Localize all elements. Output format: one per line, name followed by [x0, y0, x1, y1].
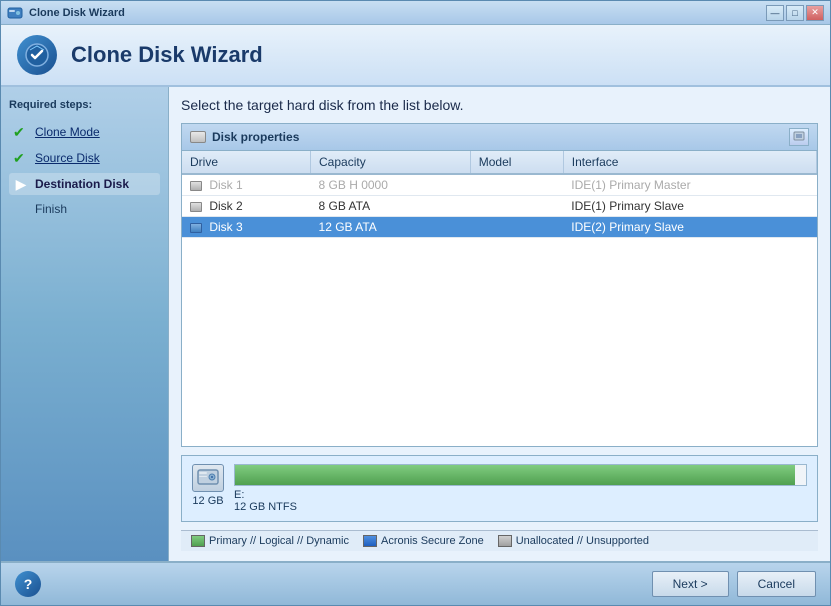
cell-model-3: [470, 217, 563, 238]
disk-panel-button[interactable]: [789, 128, 809, 146]
legend-label-unallocated: Unallocated // Unsupported: [516, 535, 649, 547]
legend: Primary // Logical // Dynamic Acronis Se…: [181, 530, 818, 551]
main-layout: Required steps: ✔ Clone Mode ✔ Source Di…: [1, 87, 830, 561]
sidebar-label-destination-disk: Destination Disk: [35, 177, 129, 191]
title-bar: Clone Disk Wizard — □ ✕: [1, 1, 830, 25]
header-icon: [17, 35, 57, 75]
col-drive: Drive: [182, 151, 311, 174]
sidebar-label-finish: Finish: [35, 202, 67, 216]
disk-panel: Disk properties: [181, 123, 818, 447]
bottom-disk-icon: [192, 464, 224, 492]
disk-row-icon-3: [190, 223, 202, 233]
cell-capacity-1: 8 GB H 0000: [311, 174, 471, 196]
disk-panel-title: Disk properties: [212, 130, 299, 144]
sidebar: Required steps: ✔ Clone Mode ✔ Source Di…: [1, 87, 169, 561]
disk-panel-icon: [190, 131, 206, 143]
legend-item-primary: Primary // Logical // Dynamic: [191, 535, 349, 547]
legend-swatch-unallocated: [498, 535, 512, 547]
title-icon: [7, 5, 23, 21]
sidebar-label-source-disk: Source Disk: [35, 151, 100, 165]
cell-model-1: [470, 174, 563, 196]
panel-btn-icon: [793, 131, 805, 143]
partition-bar: [235, 465, 795, 485]
bottom-disk-info: 12 GB E: 12 GB NTFS: [181, 455, 818, 522]
sidebar-item-clone-mode[interactable]: ✔ Clone Mode: [9, 121, 160, 143]
col-model: Model: [470, 151, 563, 174]
instruction-text: Select the target hard disk from the lis…: [181, 97, 818, 113]
disk-table-scroll[interactable]: Drive Capacity Model Interface Disk 1: [182, 151, 817, 446]
cell-interface-1: IDE(1) Primary Master: [563, 174, 816, 196]
sidebar-item-finish[interactable]: Finish: [9, 199, 160, 219]
header: Clone Disk Wizard: [1, 25, 830, 87]
col-capacity: Capacity: [311, 151, 471, 174]
page-title: Clone Disk Wizard: [71, 42, 263, 68]
content-area: Select the target hard disk from the lis…: [169, 87, 830, 561]
legend-item-acronis: Acronis Secure Zone: [363, 535, 484, 547]
cell-capacity-3: 12 GB ATA: [311, 217, 471, 238]
disk-row-icon-1: [190, 181, 202, 191]
cell-drive-2: Disk 2: [182, 196, 311, 217]
sidebar-label-clone-mode: Clone Mode: [35, 125, 100, 139]
bottom-chart-area: E: 12 GB NTFS: [234, 464, 807, 513]
footer: ? Next > Cancel: [1, 561, 830, 605]
cell-capacity-2: 8 GB ATA: [311, 196, 471, 217]
title-bar-text: Clone Disk Wizard: [29, 7, 125, 19]
legend-label-primary: Primary // Logical // Dynamic: [209, 535, 349, 547]
partition-label: E: 12 GB NTFS: [234, 489, 807, 513]
close-button[interactable]: ✕: [806, 5, 824, 21]
bottom-size-label: 12 GB: [192, 495, 223, 507]
legend-swatch-acronis: [363, 535, 377, 547]
footer-buttons: Next > Cancel: [652, 571, 816, 597]
legend-swatch-primary: [191, 535, 205, 547]
cell-drive-1: Disk 1: [182, 174, 311, 196]
sidebar-item-source-disk[interactable]: ✔ Source Disk: [9, 147, 160, 169]
table-row-selected[interactable]: Disk 3 12 GB ATA IDE(2) Primary Slave: [182, 217, 817, 238]
maximize-button[interactable]: □: [786, 5, 804, 21]
col-interface: Interface: [563, 151, 816, 174]
disk-table: Drive Capacity Model Interface Disk 1: [182, 151, 817, 238]
check-icon-clone-mode: ✔: [13, 124, 29, 140]
table-row[interactable]: Disk 1 8 GB H 0000 IDE(1) Primary Master: [182, 174, 817, 196]
disk-panel-header: Disk properties: [182, 124, 817, 151]
next-button[interactable]: Next >: [652, 571, 729, 597]
check-icon-source-disk: ✔: [13, 150, 29, 166]
sidebar-item-destination-disk[interactable]: ▶ Destination Disk: [9, 173, 160, 195]
help-button[interactable]: ?: [15, 571, 41, 597]
minimize-button[interactable]: —: [766, 5, 784, 21]
cancel-button[interactable]: Cancel: [737, 571, 816, 597]
hdd-icon: [197, 469, 219, 487]
legend-item-unallocated: Unallocated // Unsupported: [498, 535, 649, 547]
cell-interface-3: IDE(2) Primary Slave: [563, 217, 816, 238]
cell-model-2: [470, 196, 563, 217]
cell-drive-3: Disk 3: [182, 217, 311, 238]
table-header-row: Drive Capacity Model Interface: [182, 151, 817, 174]
cell-interface-2: IDE(1) Primary Slave: [563, 196, 816, 217]
legend-label-acronis: Acronis Secure Zone: [381, 535, 484, 547]
window: Clone Disk Wizard — □ ✕ Clone Disk Wizar…: [0, 0, 831, 606]
partition-bar-container: [234, 464, 807, 486]
disk-row-icon-2: [190, 202, 202, 212]
required-steps-label: Required steps:: [9, 99, 160, 111]
table-row[interactable]: Disk 2 8 GB ATA IDE(1) Primary Slave: [182, 196, 817, 217]
arrow-icon-destination: ▶: [13, 176, 29, 192]
